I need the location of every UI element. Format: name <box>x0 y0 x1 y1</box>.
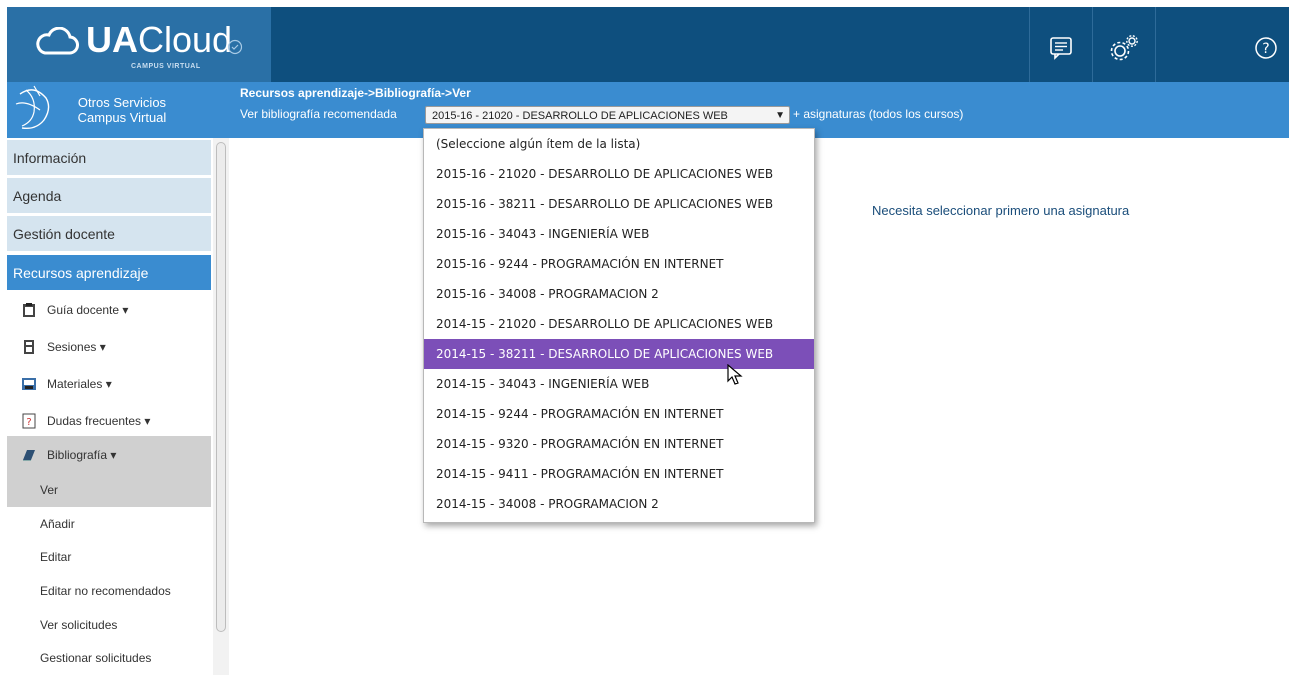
sidebar-item-editar-no-recomendados[interactable]: Editar no recomendados <box>7 575 211 608</box>
dropdown-option[interactable]: 2015-16 - 21020 - DESARROLLO DE APLICACI… <box>424 159 814 189</box>
sidebar-item-label: Sesiones ▾ <box>47 340 106 354</box>
logo-light: Cloud <box>138 19 233 60</box>
sidebar-item-label: Guía docente ▾ <box>47 303 129 317</box>
otros-line2: Campus Virtual <box>77 110 167 125</box>
scrollbar-thumb[interactable] <box>216 142 226 632</box>
uacloud-logo[interactable]: UACloud CAMPUS VIRTUAL <box>7 7 271 89</box>
dropdown-option[interactable]: 2014-15 - 21020 - DESARROLLO DE APLICACI… <box>424 309 814 339</box>
campus-logo-icon <box>15 85 50 130</box>
folder-icon <box>22 378 36 390</box>
dropdown-option[interactable]: 2014-15 - 9320 - PROGRAMACIÓN EN INTERNE… <box>424 429 814 459</box>
sidebar-scrollbar[interactable] <box>213 138 229 675</box>
sidebar-item-label: Materiales ▾ <box>47 377 112 391</box>
svg-text:?: ? <box>1262 41 1269 57</box>
filter-label: Ver bibliografía recomendada <box>240 107 397 121</box>
cloud-icon <box>36 27 79 55</box>
help-button[interactable]: ? <box>1155 7 1289 89</box>
chat-button[interactable] <box>1029 7 1092 89</box>
dropdown-option[interactable]: 2015-16 - 34008 - PROGRAMACION 2 <box>424 279 814 309</box>
sidebar-item-label: Dudas frecuentes ▾ <box>47 414 151 428</box>
chat-icon <box>1050 37 1072 60</box>
subject-select[interactable]: 2015-16 - 21020 - DESARROLLO DE APLICACI… <box>425 106 790 124</box>
dropdown-option[interactable]: (Seleccione algún ítem de la lista) <box>424 129 814 159</box>
sidebar-item-anadir[interactable]: Añadir <box>7 508 211 541</box>
subject-select-value: 2015-16 - 21020 - DESARROLLO DE APLICACI… <box>432 110 728 122</box>
settings-icon <box>1110 35 1138 61</box>
otros-line1: Otros Servicios <box>77 95 167 110</box>
sidebar: Información Agenda Gestión docente Recur… <box>0 138 213 675</box>
sidebar-item-ver[interactable]: Ver <box>7 474 211 507</box>
subject-dropdown-list[interactable]: (Seleccione algún ítem de la lista) 2015… <box>423 128 815 523</box>
sidebar-item-agenda[interactable]: Agenda <box>7 178 211 214</box>
sidebar-item-materiales[interactable]: Materiales ▾ <box>7 366 211 402</box>
dropdown-option[interactable]: 2014-15 - 34008 - PROGRAMACION 2 <box>424 489 814 519</box>
dropdown-option[interactable]: 2015-16 - 38211 - DESARROLLO DE APLICACI… <box>424 189 814 219</box>
sidebar-item-gestion-docente[interactable]: Gestión docente <box>7 216 211 252</box>
select-subject-message: Necesita seleccionar primero una asignat… <box>872 203 1130 218</box>
book-icon <box>23 450 35 461</box>
dropdown-option[interactable]: 2014-15 - 9244 - PROGRAMACIÓN EN INTERNE… <box>424 399 814 429</box>
mouse-cursor-icon <box>727 364 743 385</box>
question-icon: ? <box>22 413 36 429</box>
chevron-down-icon: ▼ <box>775 110 785 121</box>
more-subjects-link[interactable]: + asignaturas (todos los cursos) <box>793 107 963 121</box>
clipboard-icon <box>23 303 35 317</box>
sidebar-item-informacion[interactable]: Información <box>7 140 211 176</box>
dropdown-option[interactable]: 2014-15 - 9411 - PROGRAMACIÓN EN INTERNE… <box>424 459 814 489</box>
sidebar-item-guia-docente[interactable]: Guía docente ▾ <box>7 292 211 328</box>
sidebar-item-editar[interactable]: Editar <box>7 541 211 574</box>
check-circle-icon[interactable] <box>227 39 243 55</box>
breadcrumb: Recursos aprendizaje->Bibliografía->Ver <box>240 86 471 100</box>
sidebar-item-dudas[interactable]: ? Dudas frecuentes ▾ <box>7 403 211 439</box>
sidebar-item-recursos[interactable]: Recursos aprendizaje <box>7 255 211 291</box>
sidebar-item-sesiones[interactable]: Sesiones ▾ <box>7 329 211 365</box>
dropdown-option[interactable]: 2015-16 - 9244 - PROGRAMACIÓN EN INTERNE… <box>424 249 814 279</box>
settings-button[interactable] <box>1092 7 1155 89</box>
sidebar-item-gestionar-solicitudes[interactable]: Gestionar solicitudes <box>7 642 211 675</box>
sidebar-item-label: Bibliografía ▾ <box>47 448 117 462</box>
help-icon: ? <box>1255 37 1277 59</box>
dropdown-option[interactable]: 2014-15 - 34043 - INGENIERÍA WEB <box>424 369 814 399</box>
dropdown-option-highlighted[interactable]: 2014-15 - 38211 - DESARROLLO DE APLICACI… <box>424 339 814 369</box>
logo-subtitle: CAMPUS VIRTUAL <box>131 63 201 70</box>
logo-bold: UA <box>86 19 138 60</box>
sidebar-item-bibliografia[interactable]: Bibliografía ▾ <box>7 436 211 474</box>
otros-servicios-link[interactable]: Otros Servicios Campus Virtual <box>7 82 215 138</box>
svg-text:?: ? <box>26 417 31 428</box>
top-header: UACloud CAMPUS VIRTUAL ? <box>7 7 1289 89</box>
dropdown-option[interactable]: 2015-16 - 34043 - INGENIERÍA WEB <box>424 219 814 249</box>
sessions-icon <box>24 340 34 354</box>
sidebar-item-ver-solicitudes[interactable]: Ver solicitudes <box>7 609 211 642</box>
